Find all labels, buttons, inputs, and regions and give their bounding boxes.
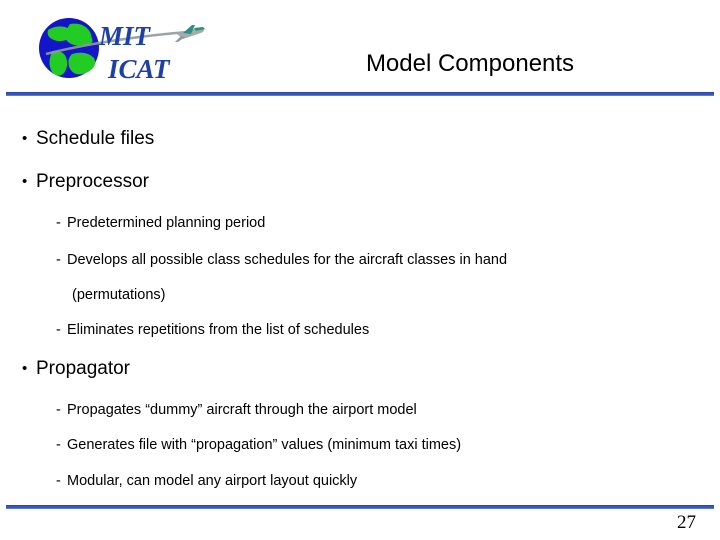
bullet-dot-icon: • — [22, 130, 28, 147]
bullet-item-level2: - Generates file with “propagation” value… — [56, 437, 461, 453]
page-title: Model Components — [365, 50, 575, 77]
bullet-item-level2: - Modular, can model any airport layout q… — [56, 473, 357, 489]
header-divider — [6, 92, 714, 96]
bullet-dash-icon: - — [56, 252, 61, 268]
bullet-item-level2: - Develops all possible class schedules f… — [56, 252, 507, 268]
bullet-item-level2: - Propagates “dummy” aircraft through the… — [56, 402, 417, 418]
bullet-text: Generates file with “propagation” values… — [67, 437, 462, 453]
logo-text-icat: ICAT — [107, 54, 171, 84]
mit-icat-logo: MIT ICAT — [36, 12, 226, 88]
bullet-item-continuation: (permutations) — [72, 287, 165, 303]
bullet-item-level1: • Preprocessor — [22, 171, 149, 193]
bullet-dash-icon: - — [56, 215, 61, 231]
bullet-text: Propagates “dummy” aircraft through the … — [67, 402, 417, 418]
bullet-item-level2: - Predetermined planning period — [56, 215, 265, 231]
bullet-text: Eliminates repetitions from the list of … — [67, 322, 370, 338]
bullet-dot-icon: • — [22, 360, 28, 377]
bullet-text: Modular, can model any airport layout qu… — [67, 473, 358, 489]
bullet-text: (permutations) — [72, 287, 166, 303]
bullet-text: Develops all possible class schedules fo… — [67, 252, 508, 268]
logo-text-mit: MIT — [98, 21, 152, 51]
slide-body: • Schedule files • Preprocessor - Predetermin… — [0, 110, 720, 500]
bullet-dash-icon: - — [56, 402, 61, 418]
bullet-item-level1: • Propagator — [22, 358, 130, 380]
bullet-dash-icon: - — [56, 473, 61, 489]
bullet-dot-icon: • — [22, 173, 28, 190]
page-number: 27 — [677, 512, 696, 533]
bullet-text: Preprocessor — [36, 171, 149, 192]
bullet-dash-icon: - — [56, 437, 61, 453]
footer-divider — [6, 505, 714, 509]
bullet-item-level1: • Schedule files — [22, 128, 154, 150]
airplane-icon — [175, 25, 205, 42]
bullet-text: Predetermined planning period — [67, 215, 266, 231]
bullet-text: Schedule files — [36, 128, 155, 149]
bullet-text: Propagator — [36, 358, 131, 379]
slide: MIT ICAT Model Components • Schedule file… — [0, 0, 720, 540]
bullet-dash-icon: - — [56, 322, 61, 338]
bullet-item-level2: - Eliminates repetitions from the list of… — [56, 322, 369, 338]
